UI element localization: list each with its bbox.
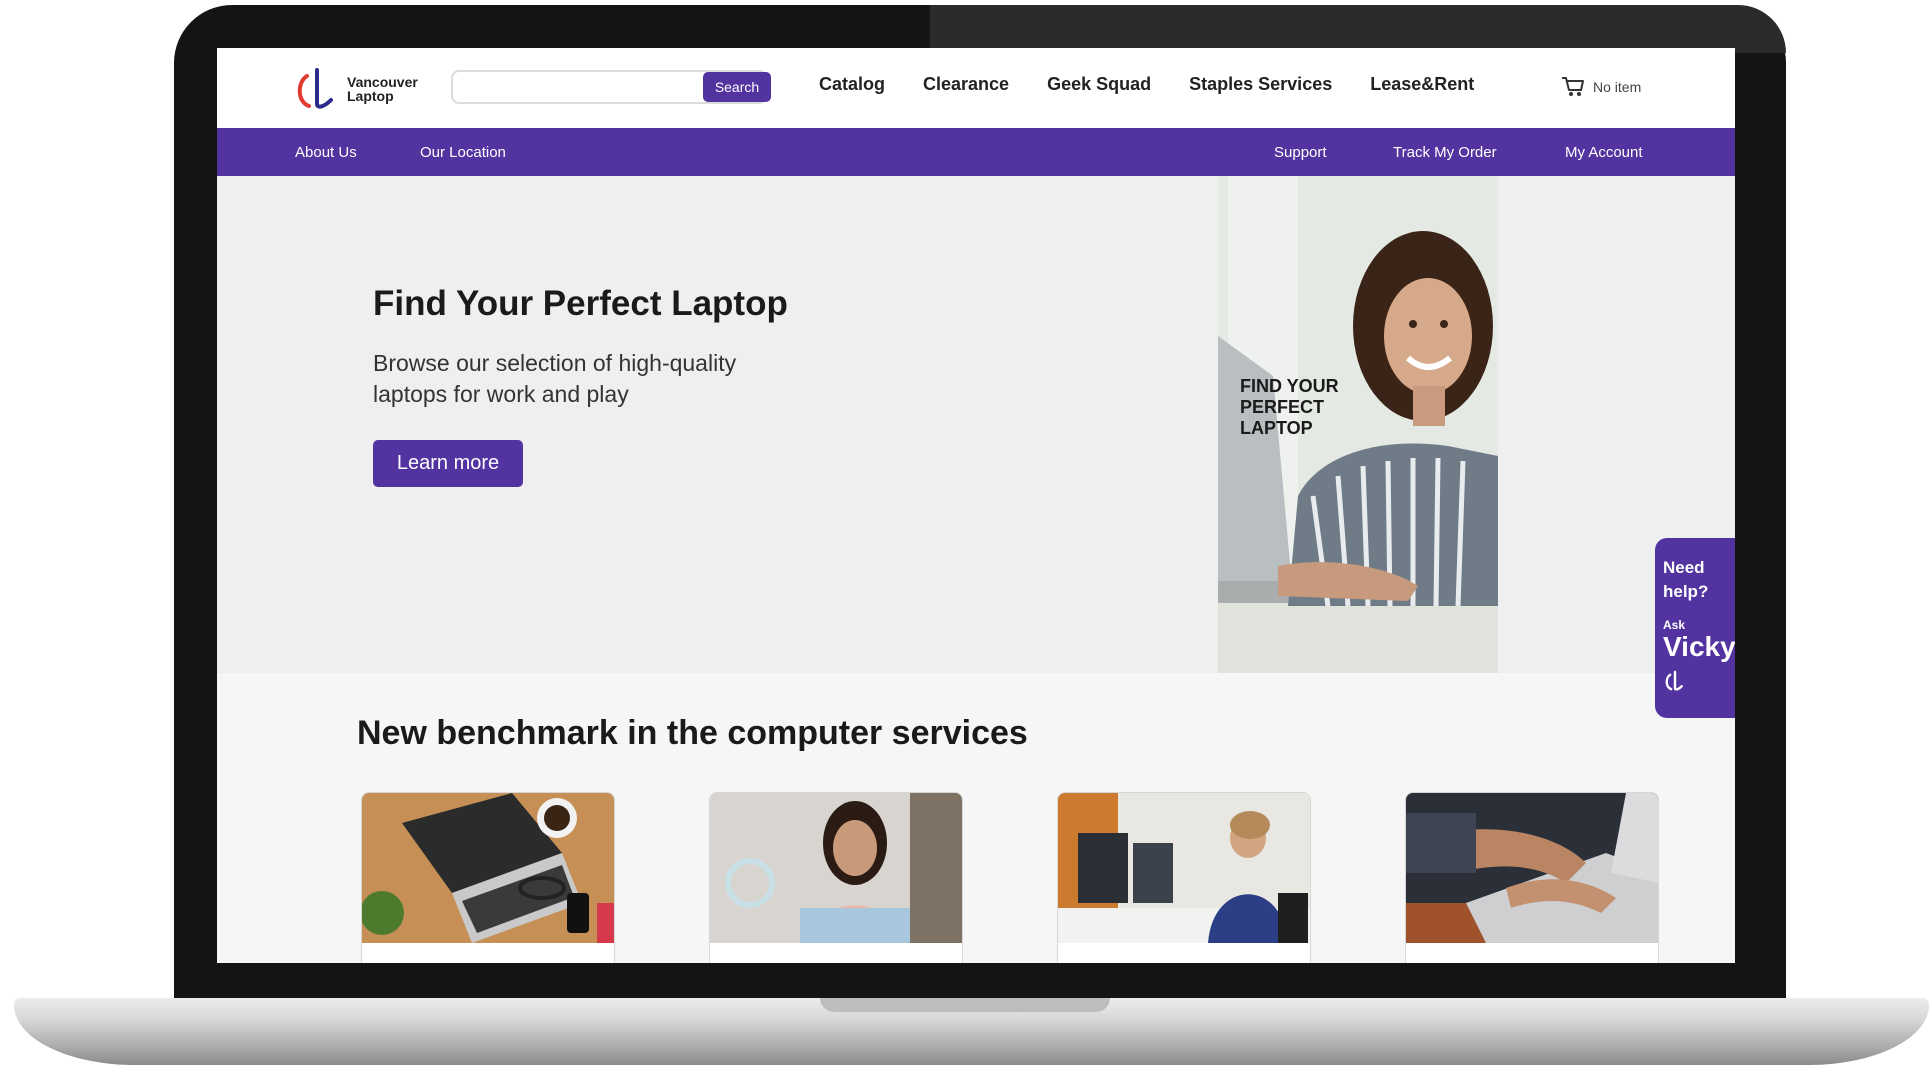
- learn-more-button[interactable]: Learn more: [373, 440, 523, 487]
- nav-geek-squad[interactable]: Geek Squad: [1047, 74, 1151, 95]
- laptop-lid-glare: [930, 5, 1786, 53]
- vl-logo-small-icon: [1665, 670, 1683, 691]
- cart-link[interactable]: No item: [1561, 76, 1641, 98]
- service-card[interactable]: [1057, 792, 1311, 963]
- help-ask: Ask: [1663, 618, 1686, 632]
- hero-image: FIND YOUR PERFECT LAPTOP: [1218, 176, 1498, 673]
- vl-logo-icon: [297, 68, 333, 109]
- hero-subtitle: Browse our selection of high-quality lap…: [373, 350, 737, 407]
- brand-name-line2: Laptop: [347, 88, 394, 104]
- woman-at-laptop-photo: [710, 793, 962, 943]
- brand-logo[interactable]: Vancouver Laptop: [293, 66, 427, 112]
- help-line2: help?: [1663, 582, 1709, 601]
- website-screen: Vancouver Laptop Search Catalog Clearanc…: [217, 48, 1735, 963]
- service-card[interactable]: [361, 792, 615, 963]
- brand-name: Vancouver Laptop: [347, 75, 427, 103]
- site-header: Vancouver Laptop Search Catalog Clearanc…: [217, 48, 1735, 128]
- hero-image-caption: FIND YOUR PERFECT LAPTOP: [1240, 376, 1339, 438]
- nav-lease-rent[interactable]: Lease&Rent: [1370, 74, 1474, 95]
- services-section-title: New benchmark in the computer services: [357, 714, 1028, 752]
- utility-nav: About Us Our Location Support Track My O…: [217, 128, 1735, 176]
- service-card[interactable]: [1405, 792, 1659, 963]
- main-nav: Catalog Clearance Geek Squad Staples Ser…: [819, 74, 1512, 95]
- help-chat-widget[interactable]: Need help? Ask Vicky: [1655, 538, 1735, 718]
- help-logo: [1663, 670, 1729, 697]
- help-assistant-name: Vicky: [1663, 631, 1735, 662]
- office-worker-photo: [1058, 793, 1310, 943]
- nav-my-account[interactable]: My Account: [1565, 144, 1643, 161]
- typing-hands-photo: [1406, 793, 1658, 943]
- nav-our-location[interactable]: Our Location: [420, 144, 506, 161]
- service-card[interactable]: [709, 792, 963, 963]
- search-button[interactable]: Search: [703, 72, 771, 102]
- nav-about-us[interactable]: About Us: [295, 144, 357, 161]
- brand-name-line1: Vancouver: [347, 74, 418, 90]
- cart-label: No item: [1593, 79, 1642, 95]
- nav-track-my-order[interactable]: Track My Order: [1393, 144, 1497, 161]
- nav-staples-services[interactable]: Staples Services: [1189, 74, 1332, 95]
- nav-support[interactable]: Support: [1274, 144, 1327, 161]
- help-line1: Need: [1663, 558, 1705, 577]
- search-input[interactable]: [459, 76, 699, 100]
- laptop-on-desk-photo: [362, 793, 614, 943]
- hero-banner: Find Your Perfect Laptop Browse our sele…: [217, 176, 1735, 673]
- hero-title: Find Your Perfect Laptop: [373, 284, 788, 323]
- laptop-base-notch: [820, 998, 1110, 1012]
- cart-icon: [1562, 77, 1584, 96]
- nav-catalog[interactable]: Catalog: [819, 74, 885, 95]
- nav-clearance[interactable]: Clearance: [923, 74, 1009, 95]
